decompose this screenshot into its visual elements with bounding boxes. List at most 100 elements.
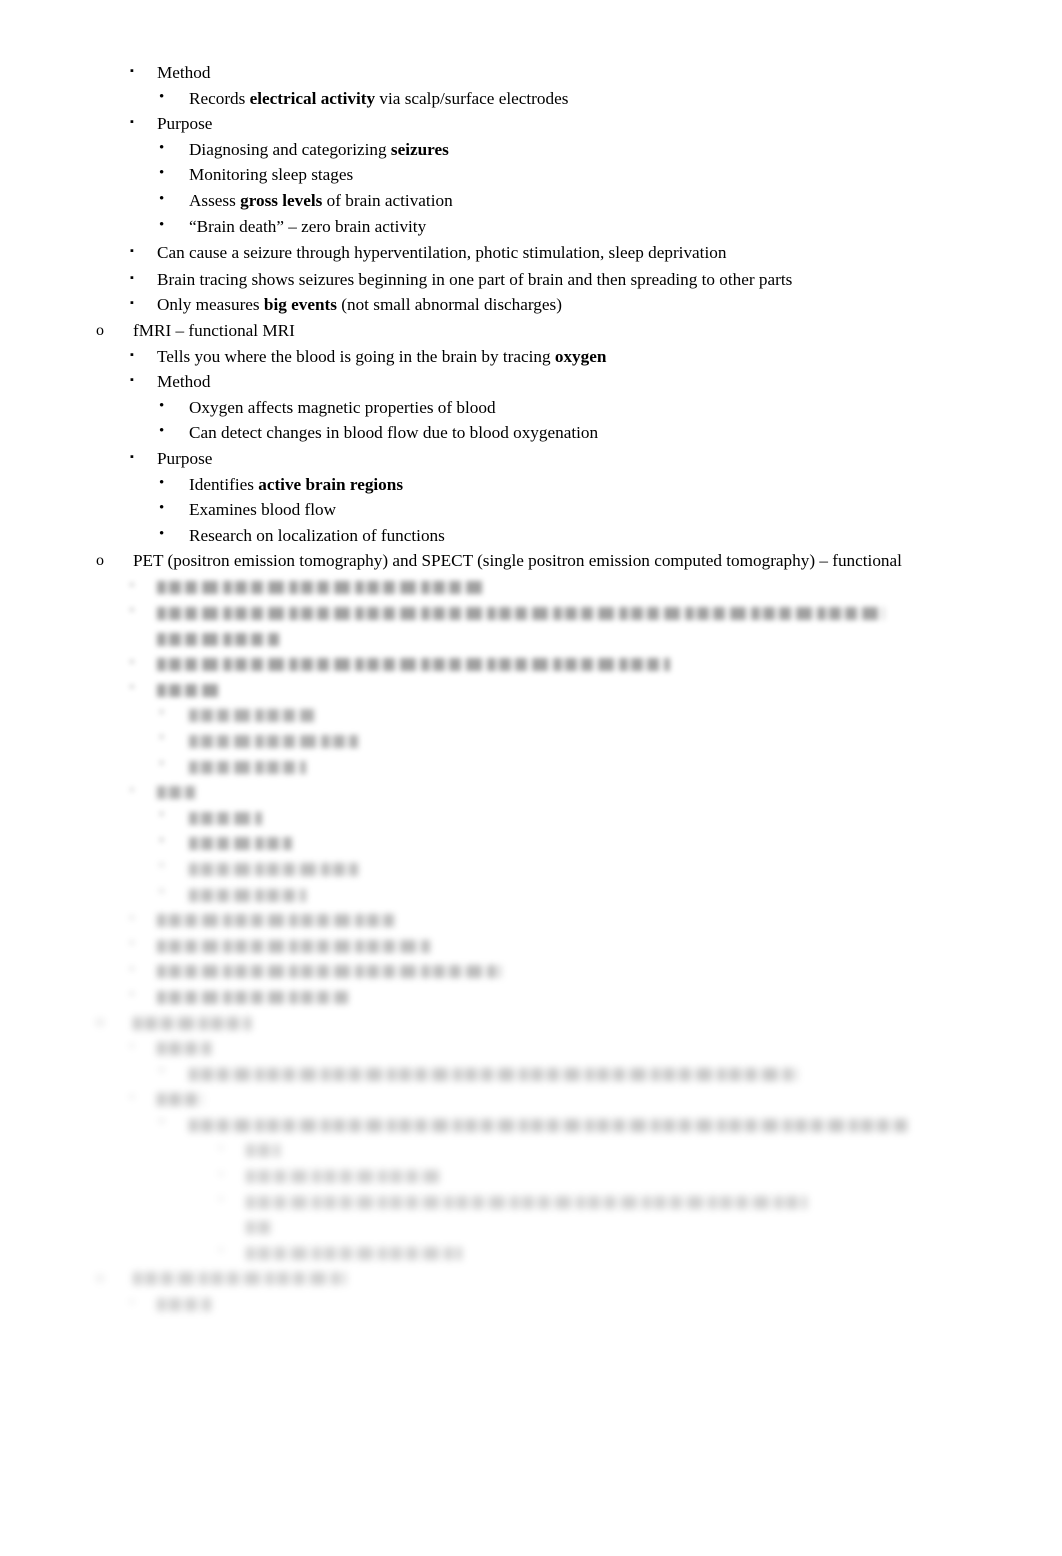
square-bullet-icon: ▪ bbox=[130, 450, 134, 463]
list-item: ▪ bbox=[0, 1239, 1062, 1265]
list-item-label bbox=[189, 855, 922, 881]
square-bullet-icon: ▪ bbox=[130, 911, 134, 924]
circle-marker-icon: o bbox=[96, 552, 104, 570]
list-item: ▪ bbox=[0, 1188, 1062, 1214]
list-item-label: PET (positron emission tomography) and S… bbox=[133, 551, 902, 571]
list-item-label bbox=[189, 1060, 922, 1086]
list-item: ▪ Method bbox=[0, 60, 1062, 86]
list-item-label bbox=[246, 1137, 922, 1163]
list-item-label: Can detect changes in blood flow due to … bbox=[189, 423, 599, 443]
list-item: ▪ Purpose bbox=[0, 111, 1062, 137]
list-item: • “Brain death” – zero brain activity bbox=[0, 214, 1062, 240]
list-item-label: Records electrical activity via scalp/su… bbox=[189, 88, 569, 108]
round-bullet-icon: • bbox=[159, 190, 165, 207]
list-item-label: Method bbox=[157, 63, 211, 82]
list-item-label: Research on localization of functions bbox=[189, 525, 445, 545]
round-bullet-icon: • bbox=[159, 397, 165, 414]
list-item-label: Purpose bbox=[157, 448, 213, 468]
square-bullet-icon: ▪ bbox=[130, 988, 134, 1001]
round-bullet-icon: • bbox=[159, 423, 165, 440]
round-bullet-icon: • bbox=[159, 525, 165, 542]
list-item-label bbox=[189, 881, 922, 907]
list-item-label bbox=[246, 1239, 922, 1265]
list-item: ▪ Method bbox=[0, 369, 1062, 395]
list-item: ▪ Only measures big events (not small ab… bbox=[0, 292, 1062, 318]
list-item-label: Identifies active brain regions bbox=[189, 474, 404, 494]
round-bullet-icon: • bbox=[159, 1114, 165, 1131]
list-item-label bbox=[157, 907, 922, 933]
list-item-label: Only measures big events (not small abno… bbox=[157, 295, 562, 315]
outline-content: ▪ Method • Records electrical activity v… bbox=[0, 60, 1062, 1316]
list-item-label bbox=[157, 574, 922, 600]
list-item-label: fMRI – functional MRI bbox=[133, 320, 295, 340]
list-item-label bbox=[246, 1188, 922, 1214]
list-item: • bbox=[0, 727, 1062, 753]
list-item: • bbox=[0, 881, 1062, 907]
list-item-label: Diagnosing and categorizing seizures bbox=[189, 139, 449, 159]
square-bullet-icon: ▪ bbox=[130, 65, 134, 77]
round-bullet-icon: • bbox=[159, 858, 165, 875]
list-item: o PET (positron emission tomography) and… bbox=[0, 548, 1062, 574]
list-item: ▪ bbox=[0, 1291, 1062, 1317]
list-item-label bbox=[157, 651, 922, 677]
list-item-label: “Brain death” – zero brain activity bbox=[189, 216, 427, 236]
square-bullet-icon: ▪ bbox=[130, 937, 134, 950]
circle-marker-icon: o bbox=[96, 321, 104, 339]
list-item: ▪ bbox=[0, 651, 1062, 677]
square-bullet-icon: ▪ bbox=[130, 245, 134, 258]
square-bullet-icon: ▪ bbox=[130, 578, 134, 591]
round-bullet-icon: • bbox=[159, 807, 165, 824]
list-item-label bbox=[157, 1035, 922, 1061]
list-item: • Identifies active brain regions bbox=[0, 472, 1062, 498]
list-item-label: Monitoring sleep stages bbox=[189, 165, 354, 185]
round-bullet-icon: • bbox=[159, 216, 165, 233]
round-bullet-icon: • bbox=[159, 88, 165, 105]
round-bullet-icon: • bbox=[159, 474, 165, 491]
list-item: ▪ bbox=[0, 599, 1062, 625]
square-bullet-icon: ▪ bbox=[130, 1039, 134, 1052]
list-item: ▪ bbox=[0, 779, 1062, 805]
list-item-label bbox=[157, 932, 922, 958]
circle-marker-icon: o bbox=[96, 1012, 104, 1030]
list-item-label bbox=[189, 1111, 922, 1137]
round-bullet-icon: • bbox=[159, 884, 165, 900]
list-item-label: Method bbox=[157, 372, 211, 392]
square-bullet-icon: ▪ bbox=[219, 1244, 223, 1257]
round-bullet-icon: • bbox=[159, 165, 165, 182]
list-item-label bbox=[189, 830, 922, 856]
list-item-label: Examines blood flow bbox=[189, 500, 337, 520]
list-item-label bbox=[189, 702, 922, 728]
list-item-label bbox=[157, 779, 922, 805]
list-item: o bbox=[0, 1009, 1062, 1035]
square-bullet-icon: ▪ bbox=[130, 116, 134, 129]
list-item bbox=[0, 625, 1062, 651]
list-item: ▪ Purpose bbox=[0, 446, 1062, 472]
list-item: ▪ bbox=[0, 1086, 1062, 1112]
list-item-label bbox=[133, 1265, 922, 1291]
round-bullet-icon: • bbox=[159, 500, 165, 517]
round-bullet-icon: • bbox=[159, 139, 165, 156]
square-bullet-icon: ▪ bbox=[130, 681, 134, 694]
list-item: ▪ bbox=[0, 676, 1062, 702]
list-item: • bbox=[0, 1111, 1062, 1137]
round-bullet-icon: • bbox=[159, 832, 165, 849]
list-item: ▪ bbox=[0, 1035, 1062, 1061]
square-bullet-icon: ▪ bbox=[130, 297, 134, 310]
list-item: • Oxygen affects magnetic properties of … bbox=[0, 395, 1062, 421]
list-item: • bbox=[0, 855, 1062, 881]
list-item-label: Can cause a seizure through hyperventila… bbox=[157, 243, 727, 263]
round-bullet-icon: • bbox=[159, 1063, 165, 1080]
square-bullet-icon: ▪ bbox=[130, 374, 134, 387]
list-item-label bbox=[189, 727, 922, 753]
list-item: • Research on localization of functions bbox=[0, 523, 1062, 549]
square-bullet-icon: ▪ bbox=[130, 655, 134, 668]
list-item: ▪ bbox=[0, 958, 1062, 984]
blurred-content-region: ▪ ▪ ▪ ▪ • • • ▪ • • • • ▪ ▪ ▪ ▪ o ▪ • ▪ • ▪ ▪ ▪ ▪ o ▪ bbox=[0, 574, 1062, 1316]
list-item: ▪ Tells you where the blood is going in … bbox=[0, 344, 1062, 370]
list-item-label bbox=[157, 676, 922, 702]
square-bullet-icon: ▪ bbox=[130, 348, 134, 361]
list-item: • Can detect changes in blood flow due t… bbox=[0, 420, 1062, 446]
square-bullet-icon: ▪ bbox=[130, 271, 134, 284]
document-page: ▪ Method • Records electrical activity v… bbox=[0, 0, 1062, 1556]
list-item-label bbox=[246, 1214, 922, 1240]
